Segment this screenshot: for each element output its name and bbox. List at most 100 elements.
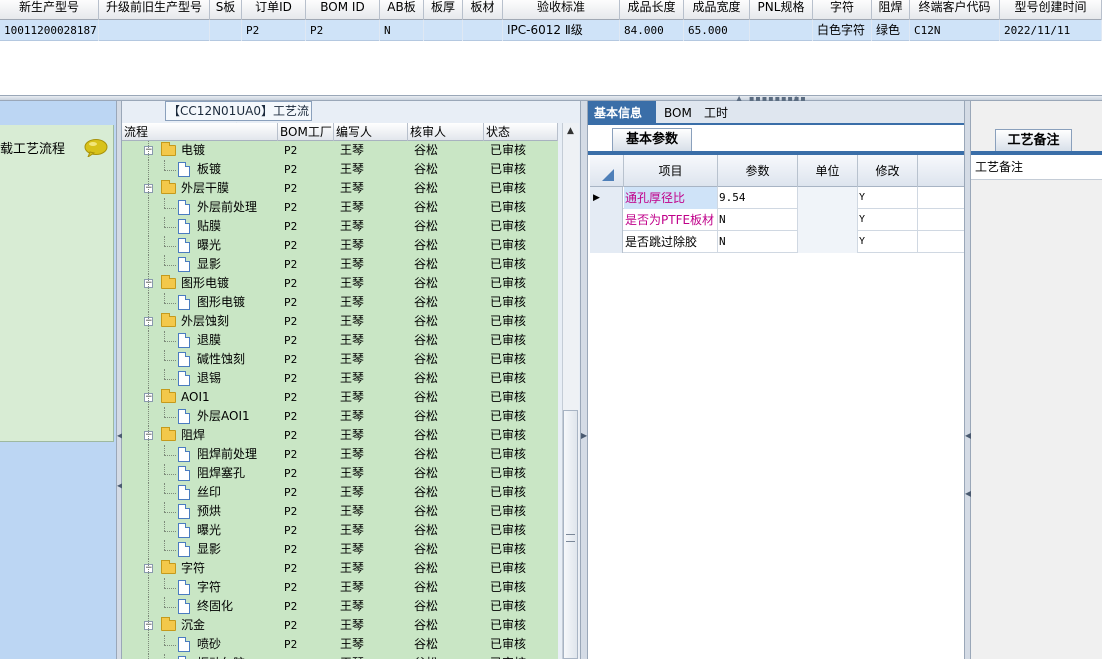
tree-group-row[interactable]: − 外层干膜 P2 王琴 谷松 已审核 <box>122 179 558 198</box>
tree-step-row[interactable]: 字符 P2 王琴 谷松 已审核 <box>122 578 558 597</box>
tree-step-row[interactable]: 图形电镀 P2 王琴 谷松 已审核 <box>122 293 558 312</box>
tree-step-row[interactable]: 阻焊塞孔 P2 王琴 谷松 已审核 <box>122 464 558 483</box>
col-pnl[interactable]: PNL规格 <box>750 0 813 20</box>
param-row[interactable]: ▶ 通孔厚径比 9.54 Y <box>590 187 964 209</box>
tree-group-row[interactable]: − 字符 P2 王琴 谷松 已审核 <box>122 559 558 578</box>
tab-bom[interactable]: BOM <box>658 101 698 125</box>
row-selector[interactable] <box>590 231 623 253</box>
col-thickness[interactable]: 板厚 <box>424 0 463 20</box>
tree-writer: 王琴 <box>340 447 365 461</box>
tree-step-row[interactable]: 碱性蚀刻 P2 王琴 谷松 已审核 <box>122 350 558 369</box>
process-tree[interactable]: − 电镀 P2 王琴 谷松 已审核 板镀 P2 王琴 谷松 已审核 − 外层干膜 P2 王琴 谷松 已审核 外层前… <box>122 141 558 659</box>
tree-group-row[interactable]: − 沉金 P2 王琴 谷松 已审核 <box>122 616 558 635</box>
tree-reviewer: 谷松 <box>414 314 439 328</box>
col-ab-board[interactable]: AB板 <box>380 0 424 20</box>
tab-basic-params[interactable]: 基本参数 <box>612 128 692 152</box>
col-new-model[interactable]: 新生产型号 <box>0 0 99 20</box>
col-status[interactable]: 状态 <box>484 123 558 141</box>
tree-step-row[interactable]: 退膜 P2 王琴 谷松 已审核 <box>122 331 558 350</box>
tree-bom-factory: P2 <box>284 467 298 480</box>
param-value[interactable]: N <box>718 231 798 253</box>
tree-group-row[interactable]: − 电镀 P2 王琴 谷松 已审核 <box>122 141 558 160</box>
load-process-box[interactable] <box>0 125 114 442</box>
tree-step-row[interactable]: 显影 P2 王琴 谷松 已审核 <box>122 540 558 559</box>
col-material[interactable]: 板材 <box>463 0 503 20</box>
col-bom-id[interactable]: BOM ID <box>306 0 380 20</box>
col-unit[interactable]: 单位 <box>798 155 858 187</box>
tree-line <box>164 512 176 513</box>
col-param[interactable]: 参数 <box>718 155 798 187</box>
tab-work-hours[interactable]: 工时 <box>698 101 734 125</box>
param-value[interactable]: 9.54 <box>718 187 798 209</box>
tree-group-row[interactable]: − 图形电镀 P2 王琴 谷松 已审核 <box>122 274 558 293</box>
tree-line <box>164 417 176 418</box>
col-writer[interactable]: 编写人 <box>334 123 408 141</box>
tree-step-row[interactable]: 阻焊前处理 P2 王琴 谷松 已审核 <box>122 445 558 464</box>
col-client[interactable]: 终端客户代码 <box>910 0 1000 20</box>
col-char[interactable]: 字符 <box>813 0 872 20</box>
col-standard[interactable]: 验收标准 <box>503 0 620 20</box>
tree-step-row[interactable]: 退锡 P2 王琴 谷松 已审核 <box>122 369 558 388</box>
col-process[interactable]: 流程 <box>122 123 278 141</box>
table-row[interactable]: 10011200028187 P2 P2 N IPC-6012 Ⅱ级 84.00… <box>0 20 1102 41</box>
folder-icon <box>161 275 176 289</box>
tree-line <box>148 388 149 407</box>
tree-writer: 王琴 <box>340 580 365 594</box>
tree-group-row[interactable]: − 外层蚀刻 P2 王琴 谷松 已审核 <box>122 312 558 331</box>
tree-step-row[interactable]: 丝印 P2 王琴 谷松 已审核 <box>122 483 558 502</box>
tree-status: 已审核 <box>490 654 526 659</box>
param-value[interactable]: N <box>718 209 798 231</box>
tree-step-row[interactable]: 外层前处理 P2 王琴 谷松 已审核 <box>122 198 558 217</box>
col-reviewer[interactable]: 核审人 <box>408 123 484 141</box>
cell-order-id: P2 <box>242 20 306 41</box>
col-old-model[interactable]: 升级前旧生产型号 <box>99 0 210 20</box>
col-item[interactable]: 项目 <box>624 155 718 187</box>
param-row[interactable]: 是否跳过除胶 N Y <box>590 231 964 253</box>
model-grid[interactable]: 新生产型号 升级前旧生产型号 S板 订单ID BOM ID AB板 板厚 板材 … <box>0 0 1102 95</box>
tree-step-row[interactable]: 预烘 P2 王琴 谷松 已审核 <box>122 502 558 521</box>
tree-group-row[interactable]: − 阻焊 P2 王琴 谷松 已审核 <box>122 426 558 445</box>
tree-step-row[interactable]: 显影 P2 王琴 谷松 已审核 <box>122 255 558 274</box>
process-notes-editor[interactable] <box>971 180 1102 659</box>
tree-line <box>164 578 165 588</box>
tree-step-row[interactable]: 喷砂 P2 王琴 谷松 已审核 <box>122 635 558 654</box>
tree-group-row[interactable]: − AOI1 P2 王琴 谷松 已审核 <box>122 388 558 407</box>
col-length[interactable]: 成品长度 <box>620 0 684 20</box>
tree-bom-factory: P2 <box>284 619 298 632</box>
row-selector[interactable] <box>590 209 623 231</box>
tree-step-row[interactable]: 振动匀胶 P2 王琴 谷松 已审核 <box>122 654 558 659</box>
tree-step-row[interactable]: 曝光 P2 王琴 谷松 已审核 <box>122 521 558 540</box>
tree-line <box>164 255 165 265</box>
col-order-id[interactable]: 订单ID <box>242 0 306 20</box>
row-pointer-icon[interactable]: ▶ <box>590 187 623 209</box>
col-width[interactable]: 成品宽度 <box>684 0 750 20</box>
tree-step-row[interactable]: 终固化 P2 王琴 谷松 已审核 <box>122 597 558 616</box>
param-grid[interactable]: 项目 参数 单位 修改 ▶ 通孔厚径比 9.54 Y 是否为PTFE板材 N Y 是否跳过除胶… <box>590 155 964 255</box>
tree-writer: 王琴 <box>340 257 365 271</box>
middle-splitter[interactable]: ▶ <box>580 101 588 659</box>
tree-line <box>148 616 149 635</box>
tab-process-notes[interactable]: 工艺备注 <box>995 129 1072 152</box>
col-created[interactable]: 型号创建时间 <box>1000 0 1102 20</box>
right-splitter[interactable]: ◀ ◀ <box>964 101 971 659</box>
tree-node-label: 阻焊塞孔 <box>197 466 246 480</box>
param-row[interactable]: 是否为PTFE板材 N Y <box>590 209 964 231</box>
chat-bubble-icon[interactable] <box>84 139 108 157</box>
tree-step-row[interactable]: 贴膜 P2 王琴 谷松 已审核 <box>122 217 558 236</box>
tree-node-label: 碱性蚀刻 <box>197 352 246 366</box>
scroll-up-icon[interactable]: ▲ <box>562 123 579 140</box>
tab-basic-info[interactable]: 基本信息 <box>588 101 656 125</box>
tree-status: 已审核 <box>490 523 527 537</box>
col-modify[interactable]: 修改 <box>858 155 918 187</box>
tree-step-row[interactable]: 板镀 P2 王琴 谷松 已审核 <box>122 160 558 179</box>
load-process-label[interactable]: 载工艺流程 <box>0 138 65 157</box>
tree-step-row[interactable]: 外层AOI1 P2 王琴 谷松 已审核 <box>122 407 558 426</box>
col-bom-factory[interactable]: BOM工厂 <box>278 123 334 141</box>
document-icon <box>178 371 190 386</box>
cell-solder: 绿色 <box>872 20 910 41</box>
col-s-board[interactable]: S板 <box>210 0 242 20</box>
tree-step-row[interactable]: 曝光 P2 王琴 谷松 已审核 <box>122 236 558 255</box>
col-solder[interactable]: 阻焊 <box>872 0 910 20</box>
tree-writer: 王琴 <box>340 371 365 385</box>
tree-node-label: 外层干膜 <box>181 181 230 195</box>
